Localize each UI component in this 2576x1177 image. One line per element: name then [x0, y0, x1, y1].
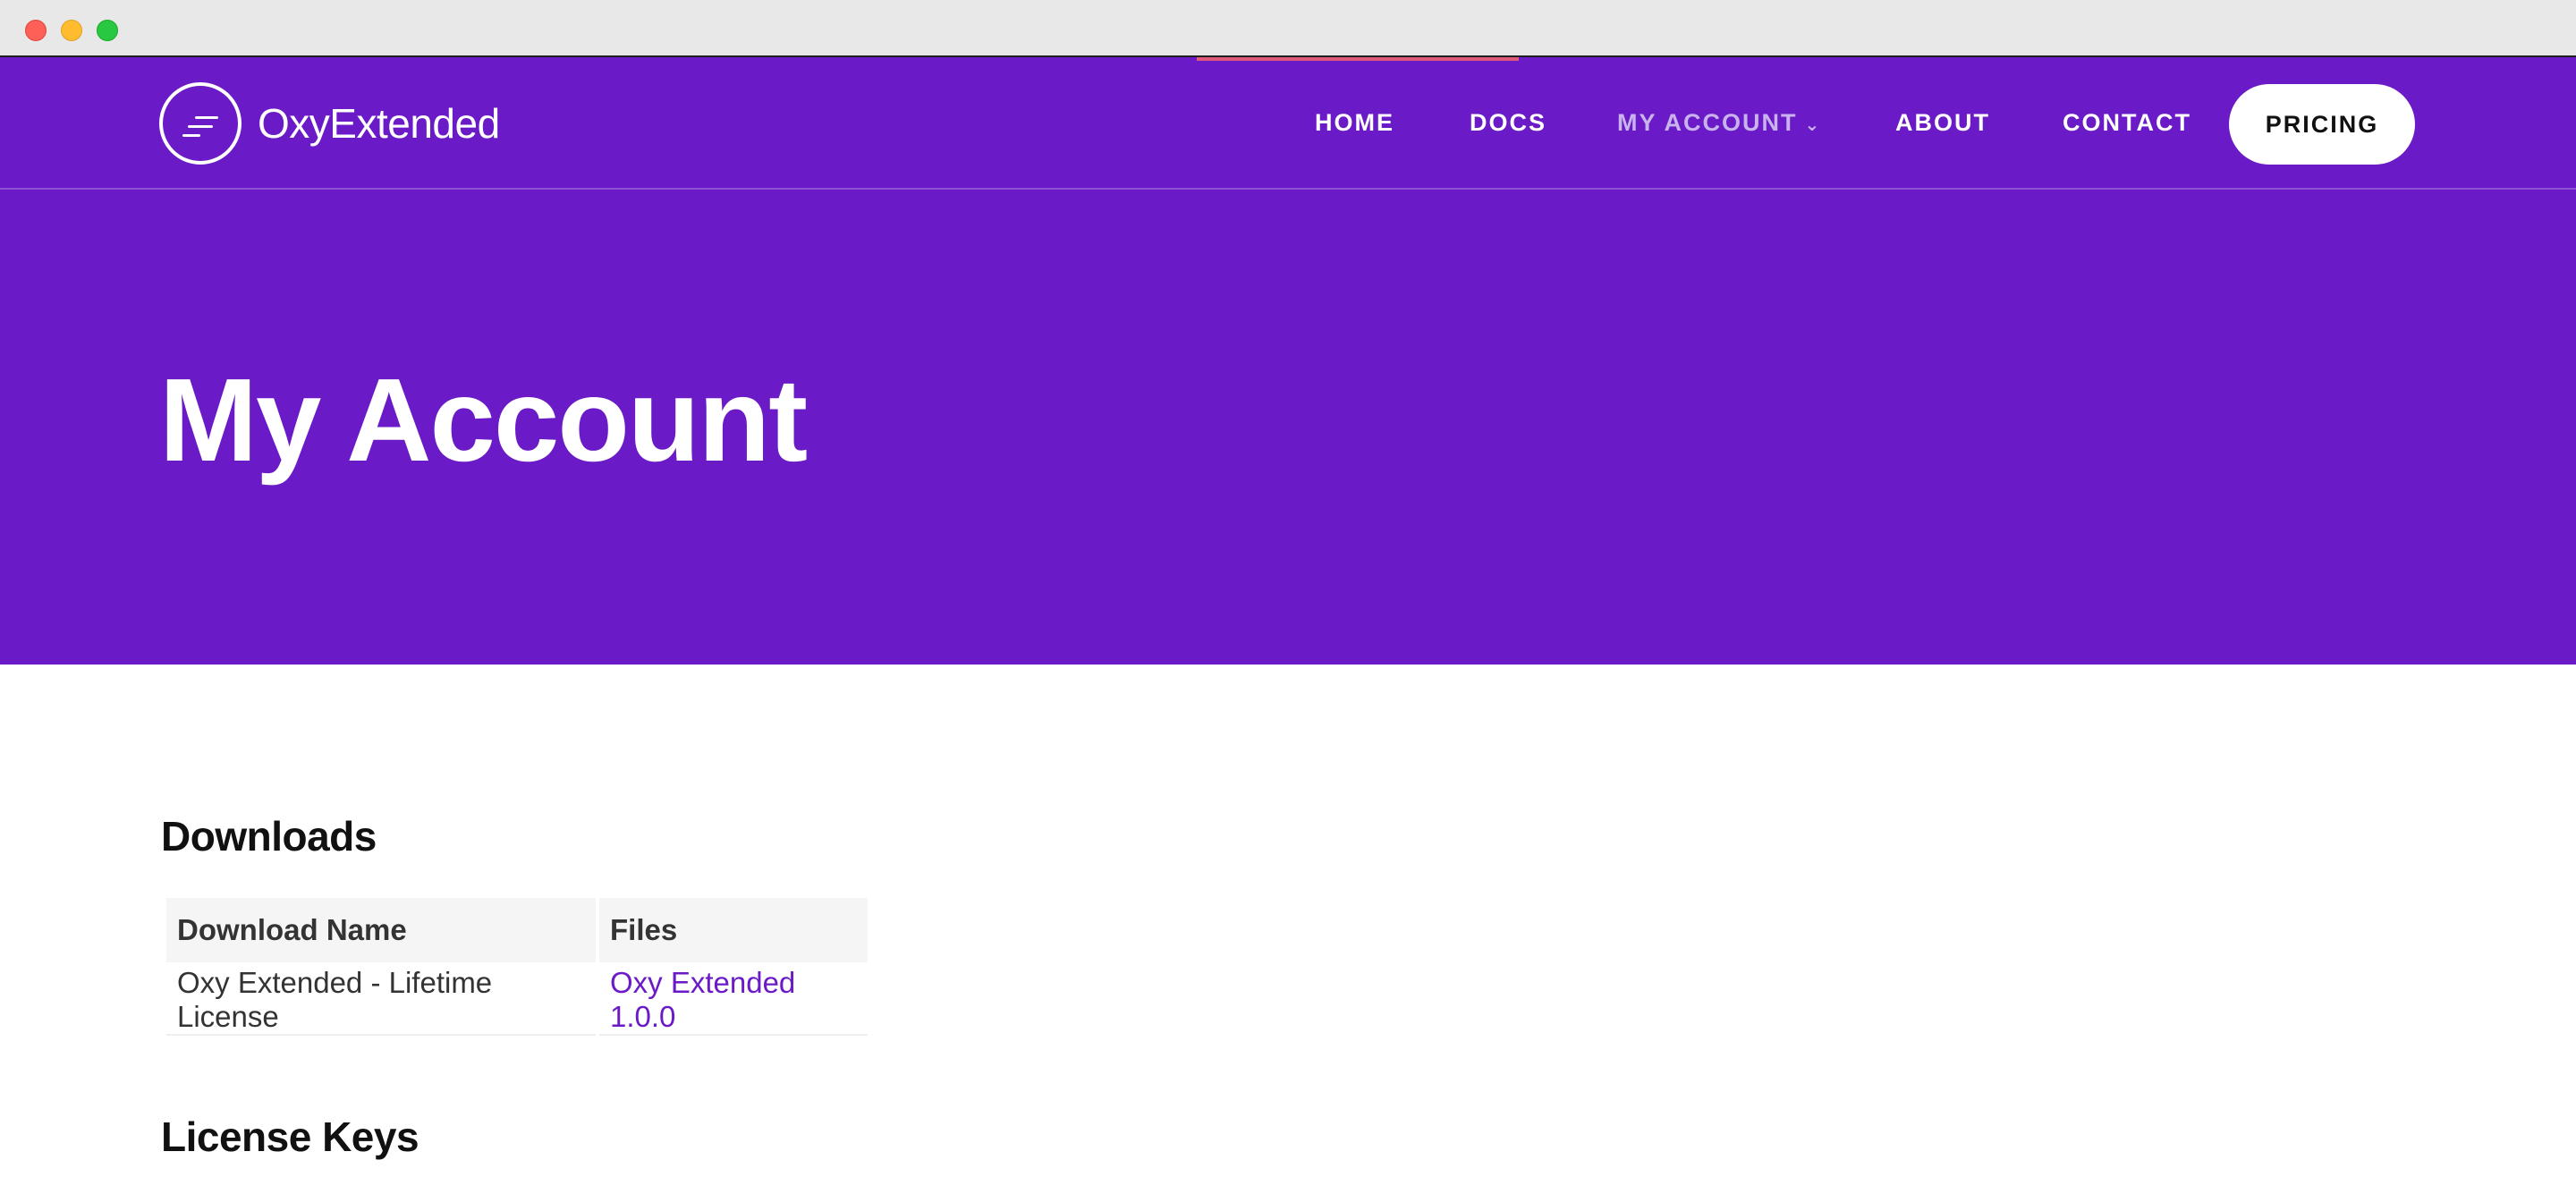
- site-logo[interactable]: OxyExtended: [159, 82, 500, 165]
- nav-docs[interactable]: DOCS: [1470, 109, 1546, 137]
- logo-text: OxyExtended: [258, 100, 500, 147]
- downloads-table: Download Name Files Oxy Extended - Lifet…: [163, 894, 871, 1039]
- download-file-cell: Oxy Extended 1.0.0: [599, 966, 868, 1036]
- column-header-download-name: Download Name: [166, 898, 596, 962]
- logo-icon: [159, 82, 242, 165]
- header-accent-bar: [1197, 57, 1519, 61]
- nav-my-account[interactable]: MY ACCOUNT ⌄: [1617, 109, 1821, 137]
- maximize-window-button[interactable]: [97, 20, 118, 41]
- close-window-button[interactable]: [25, 20, 47, 41]
- table-row: Oxy Extended - Lifetime License Oxy Exte…: [166, 966, 868, 1036]
- chevron-down-icon: ⌄: [1804, 115, 1822, 135]
- column-header-files: Files: [599, 898, 868, 962]
- nav-about[interactable]: ABOUT: [1895, 109, 1990, 137]
- minimize-window-button[interactable]: [61, 20, 82, 41]
- license-keys-heading: License Keys: [161, 1113, 419, 1160]
- downloads-heading: Downloads: [161, 813, 377, 859]
- browser-titlebar: [0, 0, 2576, 57]
- download-name-cell: Oxy Extended - Lifetime License: [166, 966, 596, 1036]
- pricing-button[interactable]: PRICING: [2229, 84, 2415, 165]
- nav-contact[interactable]: CONTACT: [2063, 109, 2191, 137]
- page-title: My Account: [159, 354, 808, 486]
- download-file-link[interactable]: Oxy Extended 1.0.0: [610, 966, 795, 1033]
- nav-my-account-label: MY ACCOUNT: [1617, 109, 1798, 136]
- table-header-row: Download Name Files: [166, 898, 868, 962]
- nav-home[interactable]: HOME: [1315, 109, 1394, 137]
- site-header: OxyExtended HOME DOCS MY ACCOUNT ⌄ ABOUT …: [0, 57, 2576, 190]
- page-hero: My Account: [0, 190, 2576, 665]
